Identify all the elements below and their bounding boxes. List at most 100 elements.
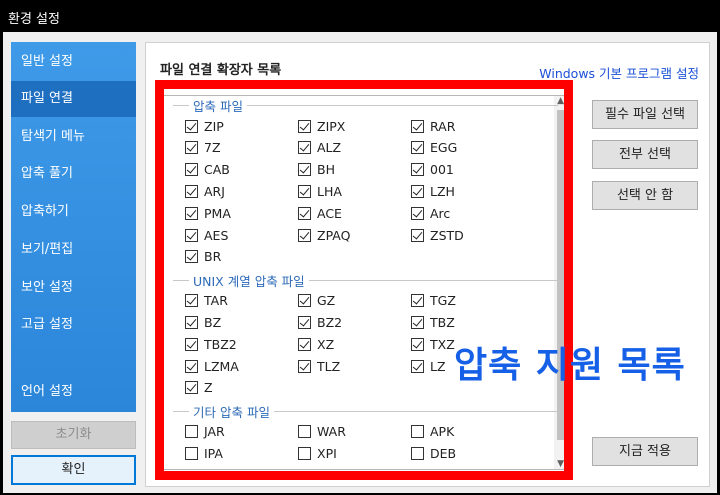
extension-checkbox[interactable]: BH bbox=[298, 161, 335, 179]
extension-checkbox[interactable]: LZ bbox=[411, 357, 446, 375]
checkbox-checked-icon[interactable] bbox=[185, 381, 198, 395]
extension-checkbox[interactable]: CAB bbox=[185, 161, 230, 179]
checkbox-checked-icon[interactable] bbox=[298, 337, 311, 351]
checkbox-checked-icon[interactable] bbox=[185, 359, 198, 373]
title-bar[interactable]: 환경 설정 bbox=[0, 0, 720, 32]
select-none-button[interactable]: 선택 안 함 bbox=[592, 181, 698, 210]
sidebar-item-view-edit[interactable]: 보기/편집 bbox=[11, 232, 136, 268]
extension-checkbox[interactable]: Arc bbox=[411, 204, 450, 222]
scroll-thumb[interactable] bbox=[557, 110, 564, 440]
sidebar-item-advanced[interactable]: 고급 설정 bbox=[11, 307, 136, 343]
extension-checkbox[interactable]: ARJ bbox=[185, 182, 225, 200]
checkbox-checked-icon[interactable] bbox=[298, 206, 311, 220]
select-all-button[interactable]: 전부 선택 bbox=[592, 140, 698, 169]
extension-checkbox[interactable]: 7Z bbox=[185, 139, 221, 157]
windows-default-programs-link[interactable]: Windows 기본 프로그램 설정 bbox=[539, 63, 699, 82]
extension-checkbox[interactable]: ZIP bbox=[185, 117, 224, 135]
checkbox-unchecked-icon[interactable] bbox=[185, 446, 198, 460]
extension-checkbox[interactable]: PMA bbox=[185, 204, 231, 222]
checkbox-checked-icon[interactable] bbox=[185, 206, 198, 220]
scroll-up-icon[interactable]: ▲ bbox=[557, 96, 564, 106]
checkbox-checked-icon[interactable] bbox=[298, 163, 311, 177]
checkbox-checked-icon[interactable] bbox=[411, 337, 424, 351]
extension-checkbox[interactable]: LZH bbox=[411, 182, 455, 200]
checkbox-checked-icon[interactable] bbox=[185, 315, 198, 329]
extension-checkbox[interactable]: ZIPX bbox=[298, 117, 345, 135]
checkbox-checked-icon[interactable] bbox=[185, 250, 198, 264]
checkbox-checked-icon[interactable] bbox=[185, 294, 198, 308]
checkbox-checked-icon[interactable] bbox=[298, 184, 311, 198]
checkbox-checked-icon[interactable] bbox=[411, 141, 424, 155]
extension-checkbox[interactable]: ZSTD bbox=[411, 226, 464, 244]
extension-checkbox[interactable]: BZ2 bbox=[298, 313, 342, 331]
checkbox-checked-icon[interactable] bbox=[298, 119, 311, 133]
window-client: 일반 설정 파일 연결 탐색기 메뉴 압축 풀기 압축하기 보기/편집 보안 설… bbox=[3, 32, 717, 493]
checkbox-checked-icon[interactable] bbox=[411, 163, 424, 177]
select-required-button[interactable]: 필수 파일 선택 bbox=[592, 100, 698, 129]
extension-checkbox[interactable]: TBZ bbox=[411, 313, 455, 331]
extension-checkbox[interactable]: AES bbox=[185, 226, 228, 244]
checkbox-unchecked-icon[interactable] bbox=[411, 446, 424, 460]
extension-checkbox[interactable]: WAR bbox=[298, 423, 346, 441]
checkbox-checked-icon[interactable] bbox=[411, 119, 424, 133]
checkbox-checked-icon[interactable] bbox=[411, 315, 424, 329]
extension-checkbox[interactable]: RAR bbox=[411, 117, 455, 135]
sidebar-item-security[interactable]: 보안 설정 bbox=[11, 270, 136, 306]
checkbox-unchecked-icon[interactable] bbox=[185, 425, 198, 439]
extension-checkbox[interactable]: BZ bbox=[185, 313, 221, 331]
extension-checkbox[interactable]: DEB bbox=[411, 444, 456, 462]
extension-checkbox[interactable]: APK bbox=[411, 423, 454, 441]
reset-button[interactable]: 초기화 bbox=[11, 421, 136, 449]
sidebar-item-extract[interactable]: 압축 풀기 bbox=[11, 156, 136, 192]
checkbox-checked-icon[interactable] bbox=[411, 359, 424, 373]
extension-list[interactable]: ▲ ▼ 압축 파일 ZIP ZIPX RAR 7Z ALZ EGG CAB BH 001 ARJ LH… bbox=[162, 95, 567, 470]
checkbox-checked-icon[interactable] bbox=[185, 141, 198, 155]
extension-checkbox[interactable]: ACE bbox=[298, 204, 342, 222]
checkbox-checked-icon[interactable] bbox=[411, 228, 424, 242]
group-header-label: 압축 파일 bbox=[189, 96, 247, 115]
checkbox-checked-icon[interactable] bbox=[298, 141, 311, 155]
checkbox-checked-icon[interactable] bbox=[298, 228, 311, 242]
checkbox-checked-icon[interactable] bbox=[185, 337, 198, 351]
settings-window: 환경 설정 일반 설정 파일 연결 탐색기 메뉴 압축 풀기 압축하기 보기/편… bbox=[0, 0, 720, 495]
extension-checkbox[interactable]: TBZ2 bbox=[185, 335, 237, 353]
sidebar-item-language[interactable]: 언어 설정 bbox=[11, 374, 136, 410]
extension-checkbox[interactable]: TAR bbox=[185, 292, 228, 310]
extension-checkbox[interactable]: LZMA bbox=[185, 357, 239, 375]
checkbox-checked-icon[interactable] bbox=[185, 228, 198, 242]
checkbox-unchecked-icon[interactable] bbox=[298, 425, 311, 439]
extension-checkbox[interactable]: EGG bbox=[411, 139, 457, 157]
sidebar-item-explorer-menu[interactable]: 탐색기 메뉴 bbox=[11, 119, 136, 155]
checkbox-checked-icon[interactable] bbox=[298, 359, 311, 373]
apply-now-button[interactable]: 지금 적용 bbox=[592, 437, 698, 466]
extension-checkbox[interactable]: ZPAQ bbox=[298, 226, 350, 244]
extension-checkbox[interactable]: GZ bbox=[298, 292, 335, 310]
checkbox-unchecked-icon[interactable] bbox=[298, 446, 311, 460]
extension-checkbox[interactable]: IPA bbox=[185, 444, 223, 462]
checkbox-checked-icon[interactable] bbox=[298, 294, 311, 308]
extension-checkbox[interactable]: ALZ bbox=[298, 139, 341, 157]
ok-button[interactable]: 확인 bbox=[11, 455, 136, 485]
checkbox-unchecked-icon[interactable] bbox=[411, 425, 424, 439]
extension-checkbox[interactable]: 001 bbox=[411, 161, 454, 179]
extension-checkbox[interactable]: TXZ bbox=[411, 335, 455, 353]
scroll-down-icon[interactable]: ▼ bbox=[557, 459, 564, 469]
checkbox-checked-icon[interactable] bbox=[411, 184, 424, 198]
sidebar-item-general[interactable]: 일반 설정 bbox=[11, 44, 136, 80]
sidebar-item-file-association[interactable]: 파일 연결 bbox=[11, 81, 136, 117]
extension-checkbox[interactable]: XPI bbox=[298, 444, 337, 462]
extension-checkbox[interactable]: Z bbox=[185, 379, 213, 397]
extension-checkbox[interactable]: JAR bbox=[185, 423, 225, 441]
extension-checkbox[interactable]: LHA bbox=[298, 182, 342, 200]
checkbox-checked-icon[interactable] bbox=[185, 119, 198, 133]
extension-checkbox[interactable]: TGZ bbox=[411, 292, 456, 310]
extension-checkbox[interactable]: BR bbox=[185, 248, 221, 266]
sidebar-item-compress[interactable]: 압축하기 bbox=[11, 194, 136, 230]
checkbox-checked-icon[interactable] bbox=[185, 163, 198, 177]
checkbox-checked-icon[interactable] bbox=[185, 184, 198, 198]
checkbox-checked-icon[interactable] bbox=[298, 315, 311, 329]
checkbox-checked-icon[interactable] bbox=[411, 206, 424, 220]
checkbox-checked-icon[interactable] bbox=[411, 294, 424, 308]
extension-checkbox[interactable]: TLZ bbox=[298, 357, 340, 375]
extension-checkbox[interactable]: XZ bbox=[298, 335, 334, 353]
